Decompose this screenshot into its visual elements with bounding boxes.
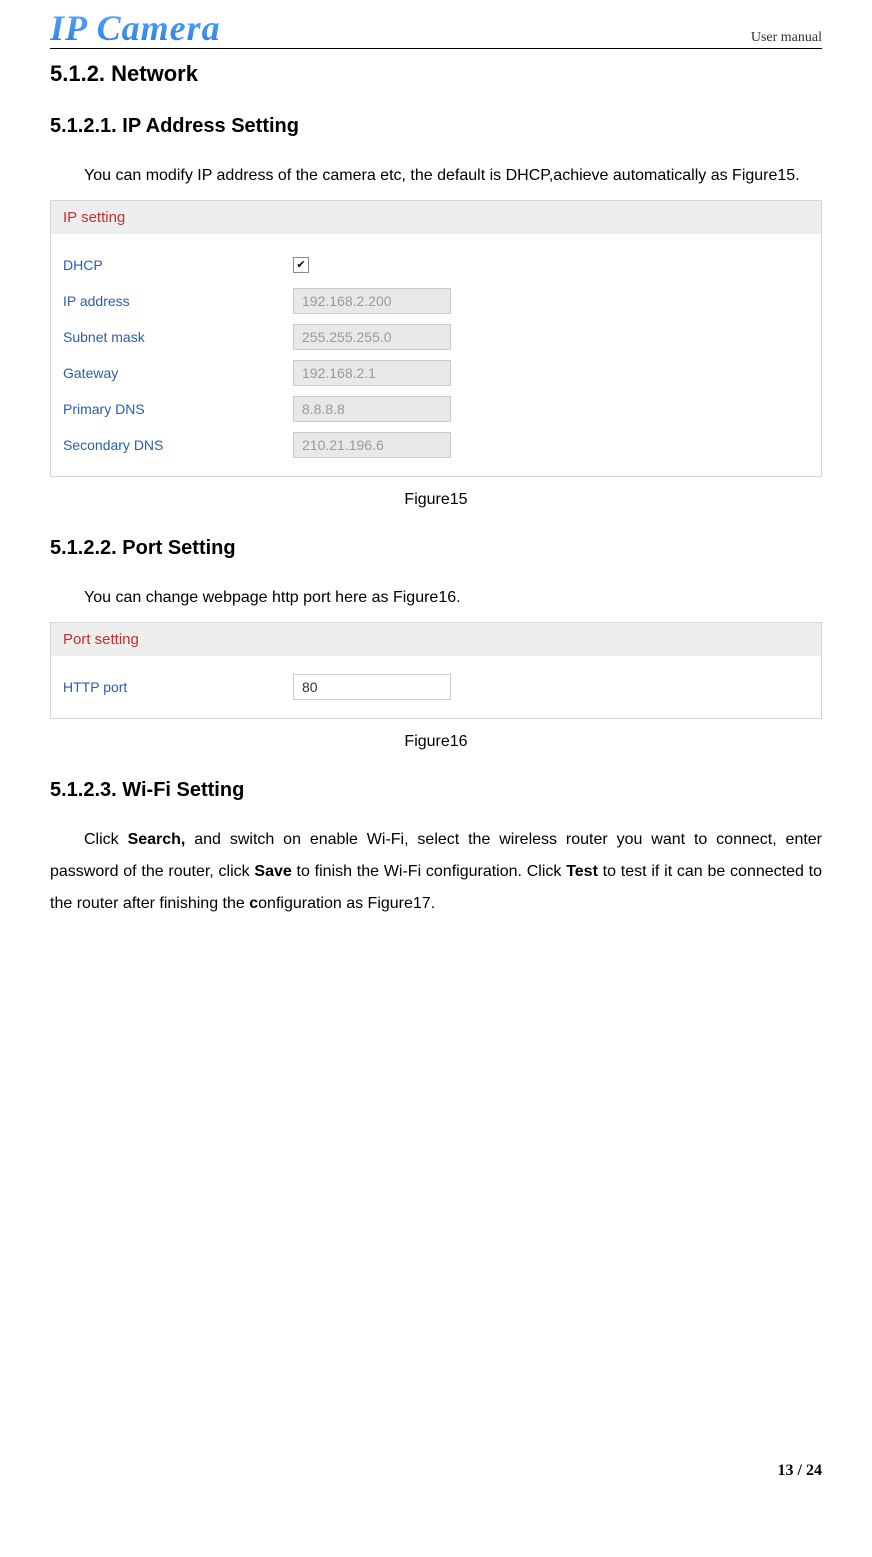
heading-wifi-setting: 5.1.2.3. Wi-Fi Setting <box>50 779 822 802</box>
page-number: 13 / 24 <box>778 1462 822 1480</box>
input-gateway[interactable]: 192.168.2.1 <box>293 360 451 386</box>
label-dhcp: DHCP <box>63 257 293 273</box>
paragraph-port: You can change webpage http port here as… <box>50 582 822 614</box>
logo: IP Camera <box>50 10 221 46</box>
input-http-port[interactable]: 80 <box>293 674 451 700</box>
caption-figure16: Figure16 <box>50 733 822 751</box>
caption-figure15: Figure15 <box>50 491 822 509</box>
label-subnet-mask: Subnet mask <box>63 329 293 345</box>
label-secondary-dns: Secondary DNS <box>63 437 293 453</box>
checkbox-dhcp[interactable]: ✔ <box>293 257 309 273</box>
label-http-port: HTTP port <box>63 679 293 695</box>
text: to finish the Wi-Fi configuration. Click <box>292 863 566 880</box>
header-right-text: User manual <box>751 30 822 46</box>
bold-search: Search, <box>128 831 186 848</box>
heading-ip-address-setting: 5.1.2.1. IP Address Setting <box>50 115 822 138</box>
section-heading-network: 5.1.2. Network <box>50 61 822 87</box>
label-primary-dns: Primary DNS <box>63 401 293 417</box>
input-subnet-mask[interactable]: 255.255.255.0 <box>293 324 451 350</box>
label-ip-address: IP address <box>63 293 293 309</box>
label-gateway: Gateway <box>63 365 293 381</box>
panel-port-setting: Port setting HTTP port 80 <box>50 622 822 719</box>
input-secondary-dns[interactable]: 210.21.196.6 <box>293 432 451 458</box>
input-primary-dns[interactable]: 8.8.8.8 <box>293 396 451 422</box>
text: Click <box>84 831 128 848</box>
panel-header-port: Port setting <box>51 623 821 656</box>
bold-save: Save <box>254 863 291 880</box>
paragraph-ip: You can modify IP address of the camera … <box>50 160 822 192</box>
page-header: IP Camera User manual <box>50 10 822 49</box>
text: onfiguration as Figure17. <box>258 895 435 912</box>
heading-port-setting: 5.1.2.2. Port Setting <box>50 537 822 560</box>
panel-header-ip: IP setting <box>51 201 821 234</box>
bold-c: c <box>249 895 258 912</box>
input-ip-address[interactable]: 192.168.2.200 <box>293 288 451 314</box>
bold-test: Test <box>566 863 598 880</box>
panel-ip-setting: IP setting DHCP ✔ IP address 192.168.2.2… <box>50 200 822 477</box>
paragraph-wifi: Click Search, and switch on enable Wi-Fi… <box>50 824 822 920</box>
